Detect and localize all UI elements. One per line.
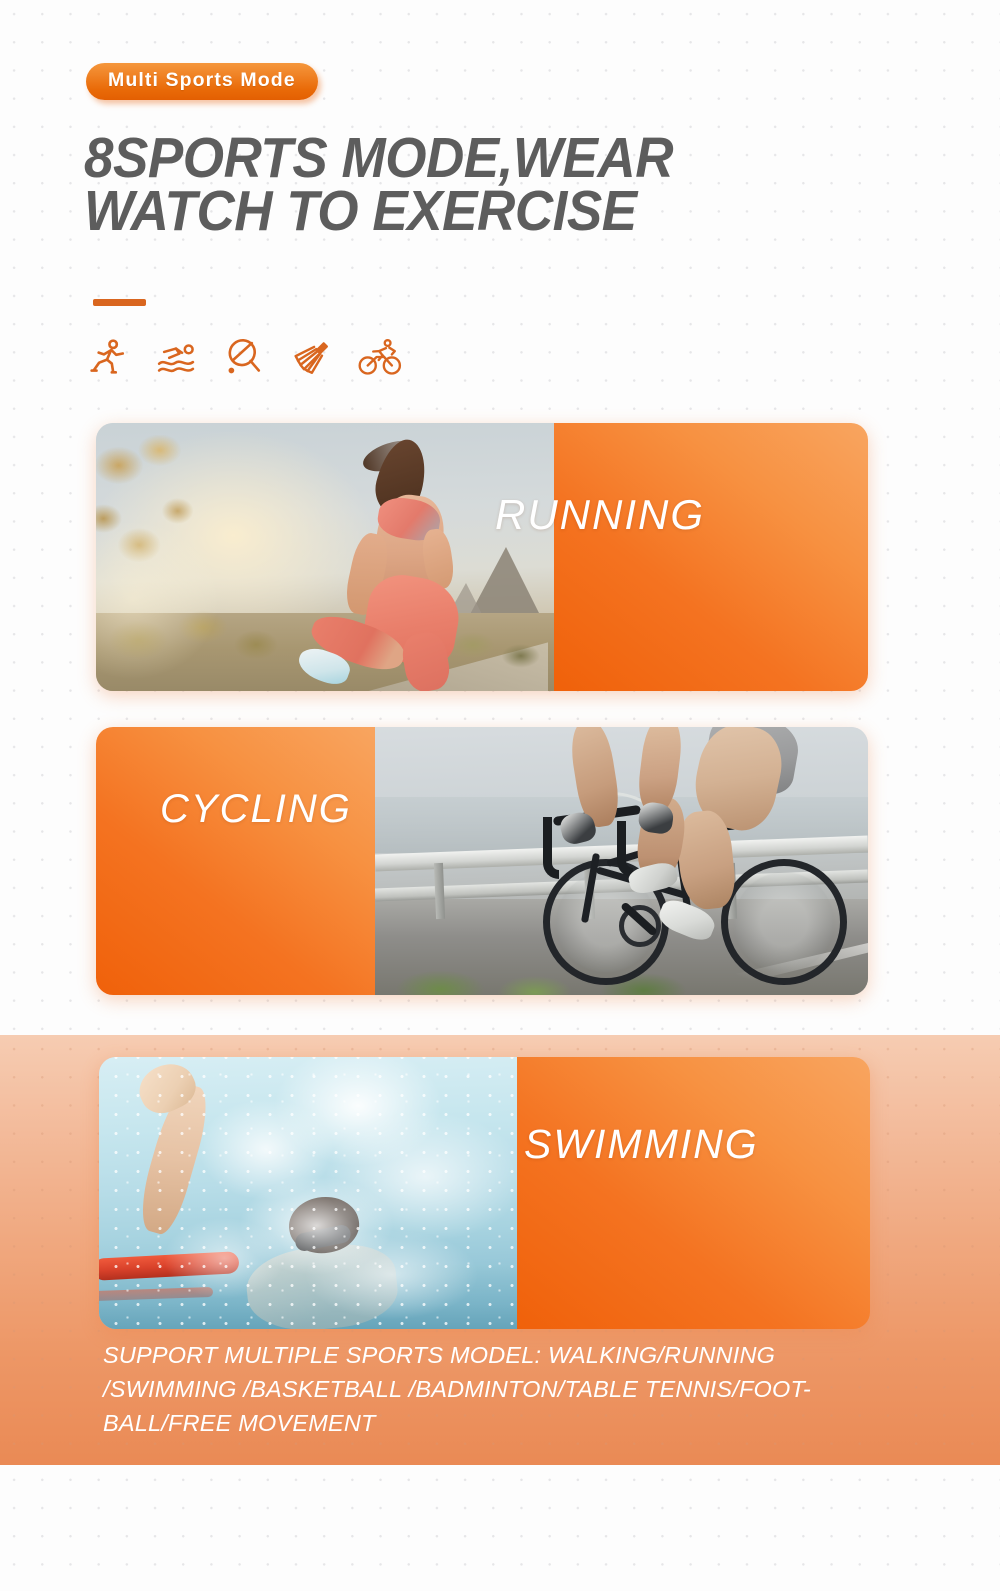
- page-title: 8SPORTS MODE,WEAR WATCH TO EXERCISE: [84, 126, 674, 243]
- cycling-icon: [358, 338, 402, 375]
- supported-sports-caption: SUPPORT MULTIPLE SPORTS MODEL: WALKING/R…: [103, 1342, 811, 1436]
- swimming-photo: [99, 1057, 517, 1329]
- running-card-label: RUNNING: [495, 491, 705, 538]
- badminton-icon: [294, 342, 328, 374]
- sport-icon-row: [86, 336, 402, 378]
- running-photo: [96, 423, 554, 691]
- accent-divider: [93, 299, 146, 306]
- badge-container: Multi Sports Mode: [86, 63, 318, 100]
- cycling-card-label: CYCLING: [160, 787, 352, 831]
- product-feature-page: Multi Sports Mode 8SPORTS MODE,WEAR WATC…: [0, 0, 1000, 1591]
- sport-card-running[interactable]: RUNNING: [96, 423, 868, 691]
- swimming-color-panel: [517, 1057, 870, 1329]
- multi-sports-mode-badge: Multi Sports Mode: [86, 63, 318, 100]
- running-icon: [90, 339, 125, 374]
- cycling-photo: [375, 727, 868, 995]
- table-tennis-icon: [228, 338, 261, 374]
- sport-card-swimming[interactable]: SWIMMING: [99, 1057, 870, 1329]
- running-color-panel: [554, 423, 868, 691]
- swimming-icon: [157, 344, 195, 373]
- swimming-card-label: SWIMMING: [524, 1121, 759, 1167]
- cycling-color-panel: [96, 727, 375, 995]
- sport-card-cycling[interactable]: CYCLING: [96, 727, 868, 995]
